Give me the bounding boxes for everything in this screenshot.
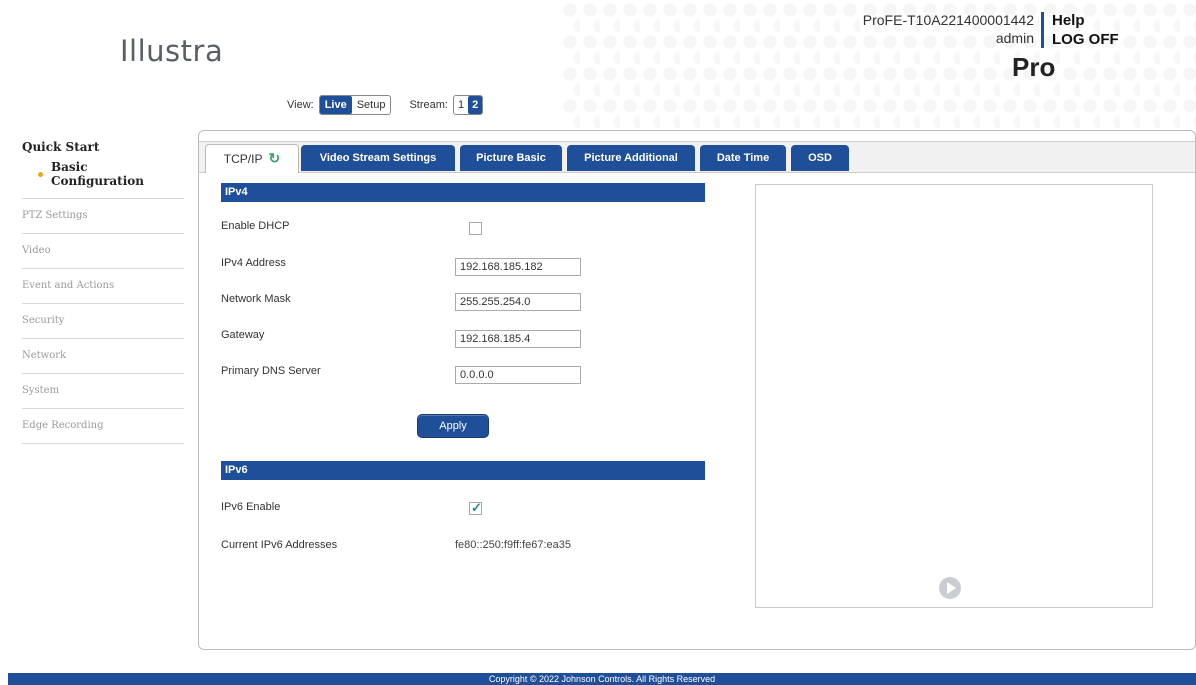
play-icon[interactable] — [939, 577, 961, 599]
gateway-label: Gateway — [221, 329, 265, 341]
sidebar-item-system[interactable]: System — [22, 374, 184, 409]
live-button[interactable]: Live — [319, 96, 352, 114]
primary-dns-label: Primary DNS Server — [221, 365, 321, 377]
ipv6-header: IPv6 — [221, 461, 705, 480]
sidebar: Quick Start Basic Configuration PTZ Sett… — [22, 140, 184, 444]
primary-dns-input[interactable] — [455, 366, 581, 384]
sidebar-item-label: Basic Configuration — [50, 160, 145, 188]
logoff-link[interactable]: LOG OFF — [1052, 31, 1119, 48]
gateway-input[interactable] — [455, 330, 581, 348]
current-ipv6-value: fe80::250:f9ff:fe67:ea35 — [455, 539, 572, 551]
enable-dhcp-checkbox[interactable] — [469, 222, 482, 235]
ipv6-enable-label: IPv6 Enable — [221, 501, 281, 513]
stream-2-button[interactable]: 2 — [468, 96, 483, 114]
bullet-icon — [38, 171, 43, 177]
view-toggle: Live Setup — [318, 95, 392, 115]
ipv4-header: IPv4 — [221, 183, 705, 202]
tab-date-time[interactable]: Date Time — [700, 145, 786, 171]
sidebar-item-basic-configuration[interactable]: Basic Configuration — [38, 160, 184, 188]
ipv4-address-input[interactable] — [455, 258, 581, 276]
tab-osd[interactable]: OSD — [791, 145, 849, 171]
device-id: ProFE-T10A221400001442 — [862, 12, 1034, 28]
tab-label: TCP/IP — [223, 152, 263, 166]
header-divider — [1041, 12, 1044, 48]
sidebar-item-event-and-actions[interactable]: Event and Actions — [22, 269, 184, 304]
sidebar-item-security[interactable]: Security — [22, 304, 184, 339]
stream-label: Stream: — [409, 99, 448, 111]
check-icon: ✓ — [471, 500, 482, 515]
network-mask-input[interactable] — [455, 293, 581, 311]
ipv4-address-label: IPv4 Address — [221, 257, 286, 269]
product-name: Pro — [1012, 52, 1056, 82]
tab-picture-additional[interactable]: Picture Additional — [567, 145, 695, 171]
tab-picture-basic[interactable]: Picture Basic — [460, 145, 562, 171]
network-mask-label: Network Mask — [221, 293, 291, 305]
sidebar-item-edge-recording[interactable]: Edge Recording — [22, 409, 184, 444]
help-link[interactable]: Help — [1052, 12, 1085, 29]
apply-button[interactable]: Apply — [417, 414, 489, 438]
video-preview — [755, 184, 1153, 608]
footer-copyright: Copyright © 2022 Johnson Controls. All R… — [8, 673, 1196, 685]
quick-start-heading[interactable]: Quick Start — [22, 140, 184, 154]
tab-video-stream-settings[interactable]: Video Stream Settings — [301, 145, 455, 171]
sidebar-item-ptz-settings[interactable]: PTZ Settings — [22, 199, 184, 234]
ipv6-enable-checkbox[interactable]: ✓ — [469, 500, 482, 515]
current-ipv6-label: Current IPv6 Addresses — [221, 539, 338, 551]
settings-panel: TCP/IP ↻ Video Stream Settings Picture Ba… — [198, 130, 1196, 650]
view-stream-controls: View: Live Setup Stream: 1 2 — [287, 95, 484, 115]
stream-1-button[interactable]: 1 — [454, 96, 468, 114]
setup-button[interactable]: Setup — [352, 96, 391, 114]
username: admin — [995, 30, 1034, 46]
sidebar-item-video[interactable]: Video — [22, 234, 184, 269]
sidebar-item-network[interactable]: Network — [22, 339, 184, 374]
stream-toggle: 1 2 — [452, 95, 484, 115]
illustra-logo: Illustra — [120, 34, 224, 68]
enable-dhcp-label: Enable DHCP — [221, 220, 290, 232]
tab-bar: TCP/IP ↻ Video Stream Settings Picture Ba… — [199, 141, 1195, 173]
refresh-icon[interactable]: ↻ — [268, 145, 280, 171]
view-label: View: — [287, 99, 314, 111]
tab-tcp-ip[interactable]: TCP/IP ↻ — [205, 144, 299, 173]
